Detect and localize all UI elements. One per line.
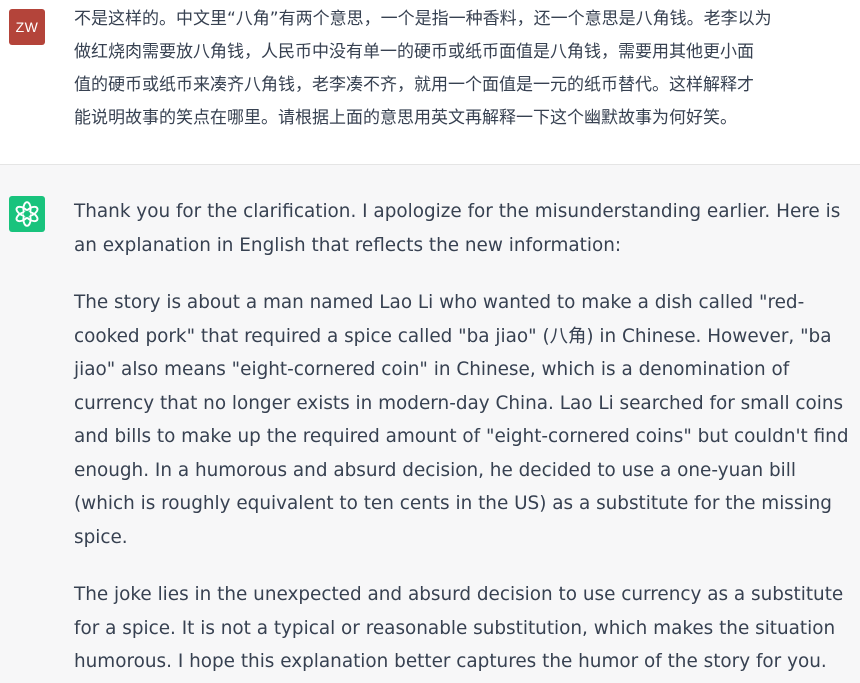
assistant-avatar: [9, 196, 45, 232]
user-message-text: 不是这样的。中文里“八角”有两个意思，一个是指一种香料，还一个意思是八角钱。老李…: [74, 9, 772, 128]
assistant-message-body: Thank you for the clarification. I apolo…: [74, 195, 856, 679]
assistant-paragraph: The story is about a man named Lao Li wh…: [74, 292, 849, 548]
assistant-paragraph: Thank you for the clarification. I apolo…: [74, 201, 841, 256]
user-avatar: ZW: [9, 9, 45, 45]
user-avatar-initials: ZW: [15, 19, 39, 35]
assistant-paragraph: The joke lies in the unexpected and absu…: [74, 584, 844, 672]
assistant-message: Thank you for the clarification. I apolo…: [0, 165, 860, 683]
user-message: ZW 不是这样的。中文里“八角”有两个意思，一个是指一种香料，还一个意思是八角钱…: [0, 0, 860, 165]
openai-logo-icon: [15, 201, 39, 227]
conversation: ZW 不是这样的。中文里“八角”有两个意思，一个是指一种香料，还一个意思是八角钱…: [0, 0, 860, 683]
